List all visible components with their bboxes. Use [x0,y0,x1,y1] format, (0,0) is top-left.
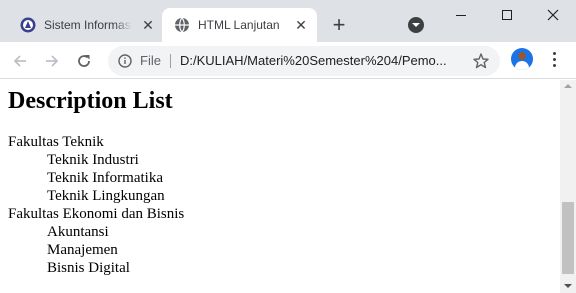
reload-button[interactable] [72,49,96,73]
dl-term: Fakultas Teknik [8,134,104,150]
scheme-label: File [140,53,161,68]
forward-button[interactable] [40,49,64,73]
more-menu-button[interactable] [546,49,562,69]
tab-title: HTML Lanjutan [198,18,280,32]
dl-detail: Bisnis Digital [47,260,130,276]
menu-dot [552,63,556,67]
close-icon [547,9,559,21]
maximize-button[interactable] [484,0,530,30]
scroll-down-arrow-icon[interactable] [564,284,572,288]
vertical-scrollbar[interactable] [560,80,576,293]
page-title: Description List [8,88,173,114]
new-tab-button[interactable]: + [327,14,351,38]
star-icon[interactable] [472,52,490,70]
tab-sistem-informasi[interactable]: Sistem Informasi ✕ [8,8,160,42]
description-list: Fakultas Teknik Teknik Industri Teknik I… [8,133,184,277]
url-text[interactable]: D:/KULIAH/Materi%20Semester%204/Pemo... [180,53,460,69]
address-separator [170,54,171,68]
tab-search-icon[interactable] [408,17,424,33]
back-button[interactable] [8,49,32,73]
page-viewport: Description List Fakultas Teknik Teknik … [0,80,560,293]
tab-title: Sistem Informasi [44,18,132,32]
dl-detail: Teknik Informatika [47,170,163,186]
minimize-icon [456,14,466,16]
dl-detail: Teknik Lingkungan [47,188,165,204]
close-icon[interactable]: ✕ [293,17,309,33]
reload-icon [78,55,90,67]
globe-icon [175,17,189,33]
avatar-head [518,52,526,60]
profile-avatar[interactable] [511,48,533,70]
close-icon[interactable]: ✕ [140,17,156,33]
arrow-right-icon [46,55,59,67]
avatar-body [515,61,529,70]
scroll-up-arrow-icon[interactable] [564,84,572,88]
dl-detail: Akuntansi [47,224,109,240]
arrow-left-icon [13,55,26,67]
tab-html-lanjutan[interactable]: HTML Lanjutan ✕ [162,8,317,42]
maximize-icon [502,10,512,20]
menu-dot [552,51,556,55]
minimize-button[interactable] [438,0,484,30]
info-icon[interactable] [118,54,132,68]
dl-detail: Teknik Industri [47,152,139,168]
window-close-button[interactable] [530,0,576,30]
dl-detail: Manajemen [47,242,118,258]
dl-term: Fakultas Ekonomi dan Bisnis [8,206,185,222]
university-logo-icon [20,17,36,33]
address-bar[interactable]: File D:/KULIAH/Materi%20Semester%204/Pem… [108,46,500,76]
scrollbar-thumb[interactable] [562,202,574,274]
menu-dot [552,57,556,61]
browser-toolbar: File D:/KULIAH/Materi%20Semester%204/Pem… [0,42,576,79]
tab-strip: Sistem Informasi ✕ HTML Lanjutan ✕ + [0,0,576,42]
